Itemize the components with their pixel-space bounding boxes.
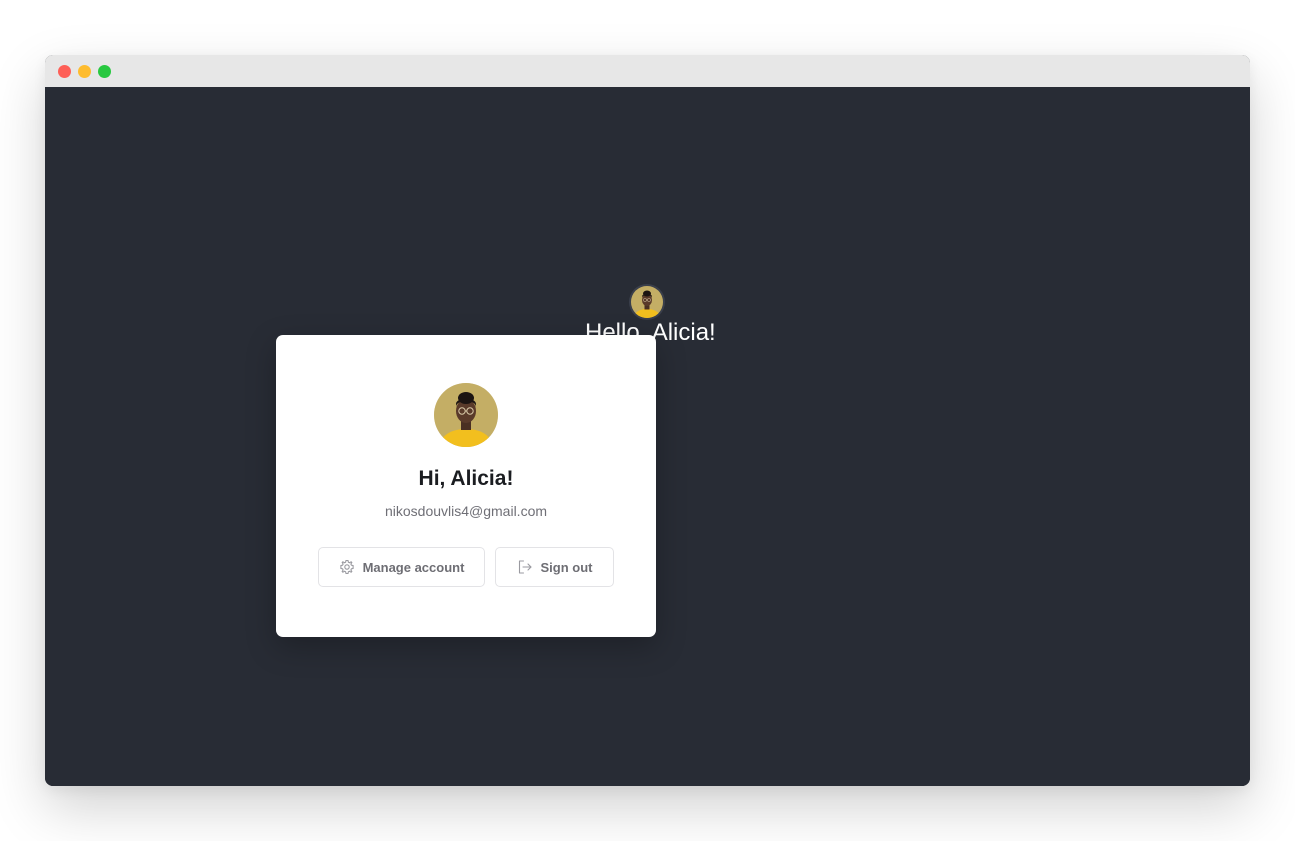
sign-out-button[interactable]: Sign out (495, 547, 614, 587)
gear-icon (339, 559, 355, 575)
close-window-button[interactable] (58, 65, 71, 78)
user-profile-popover: Hi, Alicia! nikosdouvlis4@gmail.com Mana… (276, 335, 656, 637)
page-content: Hello, Alicia! Hi, Alicia! nikosdouvlis4… (45, 87, 1250, 786)
minimize-window-button[interactable] (78, 65, 91, 78)
maximize-window-button[interactable] (98, 65, 111, 78)
profile-greeting: Hi, Alicia! (418, 467, 514, 490)
sign-out-label: Sign out (540, 559, 593, 575)
user-avatar-button[interactable] (631, 286, 663, 318)
manage-account-label: Manage account (362, 559, 465, 575)
browser-window: Hello, Alicia! Hi, Alicia! nikosdouvlis4… (45, 55, 1250, 786)
sign-out-icon (517, 559, 533, 575)
profile-avatar-image (434, 383, 498, 447)
profile-avatar (434, 383, 498, 447)
profile-email: nikosdouvlis4@gmail.com (384, 503, 548, 519)
window-titlebar (45, 55, 1250, 87)
user-avatar-image (631, 286, 663, 318)
manage-account-button[interactable]: Manage account (318, 547, 485, 587)
